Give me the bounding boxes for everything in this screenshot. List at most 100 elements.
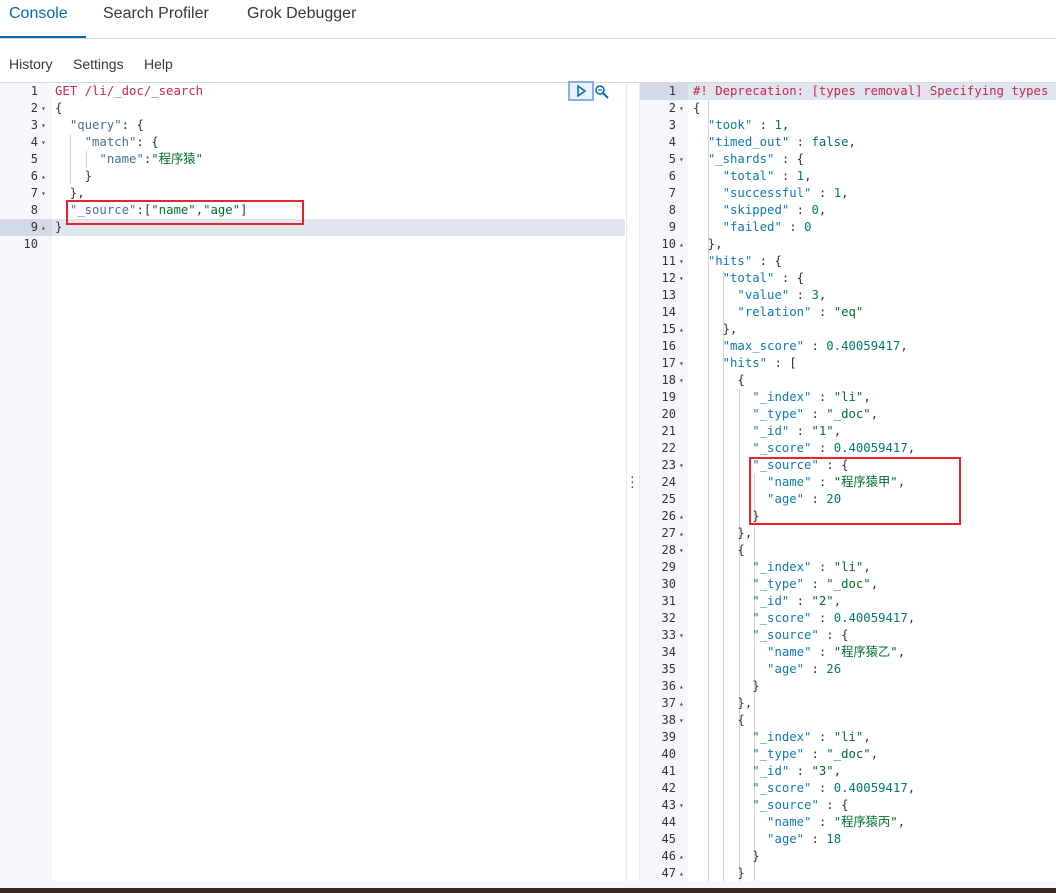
menu-help[interactable]: Help (144, 56, 173, 72)
code-text: "total" : 1, (722, 169, 812, 183)
line-number: 1 (668, 84, 676, 98)
response-line: 44 "name" : "程序猿丙", (640, 814, 1056, 831)
active-tab-indicator (0, 36, 86, 38)
fold-expand-icon[interactable]: ▴ (679, 525, 684, 542)
response-line: 1 #! Deprecation: [types removal] Specify… (640, 83, 1056, 100)
fold-expand-icon[interactable]: ▴ (679, 508, 684, 525)
code-text: "_type" : "_doc", (752, 577, 879, 591)
request-line: 5 "name":"程序猿" (0, 151, 625, 168)
code-text: "failed" : 0 (722, 220, 812, 234)
line-number: 13 (661, 288, 676, 302)
tab-search-profiler[interactable]: Search Profiler (103, 5, 209, 23)
response-line: 46 ▴ } (640, 848, 1056, 865)
code-text: } (693, 849, 760, 863)
tab-console[interactable]: Console (9, 5, 68, 23)
line-number: 9 (668, 220, 676, 234)
menu-history[interactable]: History (9, 56, 53, 72)
response-line: 11 ▾ "hits" : { (640, 253, 1056, 270)
response-line: 9 "failed" : 0 (640, 219, 1056, 236)
code-text: "name" : "程序猿丙", (767, 815, 906, 829)
code-text: "_id" : "2", (752, 594, 842, 608)
line-number: 4 (668, 135, 676, 149)
code-text: "name":"程序猿" (99, 152, 203, 166)
fold-expand-icon[interactable]: ▴ (41, 168, 46, 185)
run-request-button[interactable] (568, 81, 594, 101)
fold-collapse-icon[interactable]: ▾ (679, 253, 684, 270)
fold-expand-icon[interactable]: ▴ (679, 236, 684, 253)
line-number: 5 (30, 152, 38, 166)
code-text: { (693, 713, 745, 727)
console-menu: History Settings Help (0, 39, 1056, 83)
response-line: 27 ▴ }, (640, 525, 1056, 542)
code-text: "_source" : { (752, 628, 849, 642)
request-line: 3 ▾ "query": { (0, 117, 625, 134)
response-line: 36 ▴ } (640, 678, 1056, 695)
fold-expand-icon[interactable]: ▴ (679, 865, 684, 881)
line-number: 14 (661, 305, 676, 319)
fold-collapse-icon[interactable]: ▾ (679, 457, 684, 474)
menu-settings[interactable]: Settings (73, 56, 124, 72)
highlight-box-result-source (749, 457, 961, 525)
response-line: 35 "age" : 26 (640, 661, 1056, 678)
code-text: } (55, 220, 63, 234)
response-line: 39 "_index" : "li", (640, 729, 1056, 746)
line-number: 43 (661, 798, 676, 812)
fold-collapse-icon[interactable]: ▾ (41, 117, 46, 134)
fold-collapse-icon[interactable]: ▾ (41, 100, 46, 117)
line-number: 10 (23, 237, 38, 251)
fold-expand-icon[interactable]: ▴ (41, 219, 46, 236)
request-line: 1 GET /li/_doc/_search (0, 83, 625, 100)
response-line: 5 ▾ "_shards" : { (640, 151, 1056, 168)
fold-expand-icon[interactable]: ▴ (679, 848, 684, 865)
fold-collapse-icon[interactable]: ▾ (679, 797, 684, 814)
fold-collapse-icon[interactable]: ▾ (41, 185, 46, 202)
fold-expand-icon[interactable]: ▴ (679, 321, 684, 338)
line-number: 21 (661, 424, 676, 438)
code-text: "_index" : "li", (752, 390, 871, 404)
fold-collapse-icon[interactable]: ▾ (679, 100, 684, 117)
response-line: 4 "timed_out" : false, (640, 134, 1056, 151)
response-line: 29 "_index" : "li", (640, 559, 1056, 576)
tab-grok-debugger[interactable]: Grok Debugger (247, 5, 356, 23)
code-text: { (693, 101, 701, 115)
fold-collapse-icon[interactable]: ▾ (679, 627, 684, 644)
response-line: 45 "age" : 18 (640, 831, 1056, 848)
line-number: 41 (661, 764, 676, 778)
code-text: "match": { (84, 135, 159, 149)
code-text: "_type" : "_doc", (752, 407, 879, 421)
vertical-dots-icon[interactable]: · · · (630, 469, 635, 493)
fold-collapse-icon[interactable]: ▾ (679, 542, 684, 559)
fold-expand-icon[interactable]: ▴ (679, 695, 684, 712)
response-line: 2 ▾ { (640, 100, 1056, 117)
response-line: 40 "_type" : "_doc", (640, 746, 1056, 763)
response-line: 32 "_score" : 0.40059417, (640, 610, 1056, 627)
fold-collapse-icon[interactable]: ▾ (679, 270, 684, 287)
fold-collapse-icon[interactable]: ▾ (41, 134, 46, 151)
request-settings-button[interactable] (594, 84, 610, 100)
top-tabs: Console Search Profiler Grok Debugger (0, 0, 1056, 39)
line-number: 6 (30, 169, 38, 183)
line-number: 1 (30, 84, 38, 98)
request-line: 6 ▴ } (0, 168, 625, 185)
code-text: "name" : "程序猿乙", (767, 645, 906, 659)
line-number: 30 (661, 577, 676, 591)
fold-collapse-icon[interactable]: ▾ (679, 372, 684, 389)
response-line: 37 ▴ }, (640, 695, 1056, 712)
fold-collapse-icon[interactable]: ▾ (679, 151, 684, 168)
play-icon (577, 84, 587, 98)
code-text: "_source" : { (752, 798, 849, 812)
response-line: 30 "_type" : "_doc", (640, 576, 1056, 593)
code-text: "successful" : 1, (722, 186, 849, 200)
line-number: 7 (30, 186, 38, 200)
line-number: 18 (661, 373, 676, 387)
response-line: 31 "_id" : "2", (640, 593, 1056, 610)
fold-collapse-icon[interactable]: ▾ (679, 712, 684, 729)
code-text: GET /li/_doc/_search (55, 84, 204, 98)
code-text: }, (693, 526, 753, 540)
line-number: 38 (661, 713, 676, 727)
code-text: "took" : 1, (707, 118, 790, 132)
fold-collapse-icon[interactable]: ▾ (679, 355, 684, 372)
fold-expand-icon[interactable]: ▴ (679, 678, 684, 695)
code-text: "max_score" : 0.40059417, (722, 339, 908, 353)
response-line: 33 ▾ "_source" : { (640, 627, 1056, 644)
